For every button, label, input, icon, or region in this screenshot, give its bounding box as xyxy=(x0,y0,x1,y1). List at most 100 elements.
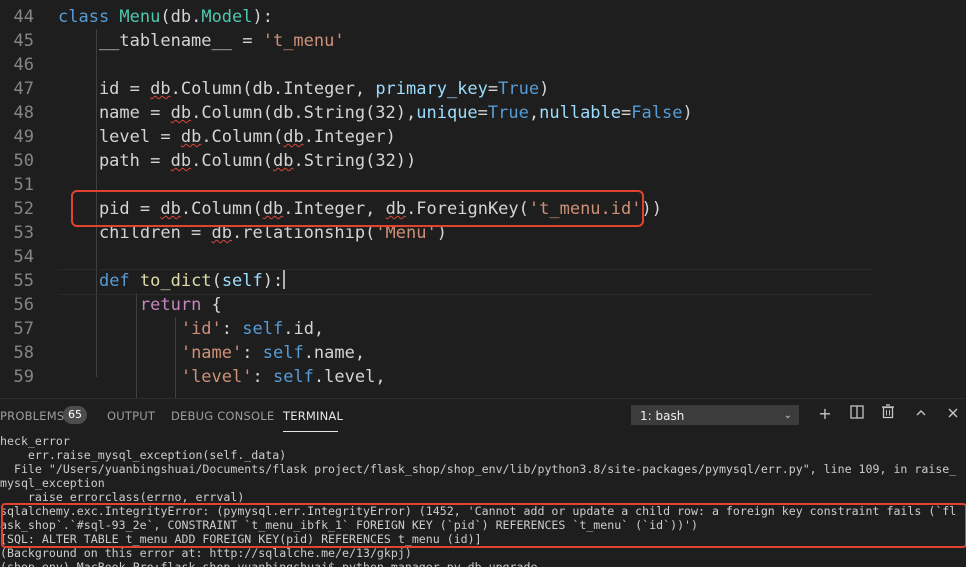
line-number: 54 xyxy=(13,247,34,267)
code-token: Model xyxy=(201,7,253,27)
highlight-box-error xyxy=(1,503,966,548)
code-line[interactable]: 57 'id': self.id, xyxy=(0,317,966,341)
code-token: ) xyxy=(539,79,550,99)
code-token: ( xyxy=(211,271,222,291)
highlight-box-foreign-key-line xyxy=(71,190,644,227)
code-line[interactable]: 47 id = db.Column(db.Integer, primary_ke… xyxy=(0,77,966,101)
code-token: ) xyxy=(682,103,693,123)
line-number: 56 xyxy=(13,295,34,315)
code-token: = xyxy=(477,103,488,123)
code-text: path = db.Column(db.String(32)) xyxy=(58,149,416,173)
code-token: 'id' xyxy=(180,319,222,339)
line-number: 57 xyxy=(13,319,34,339)
code-line[interactable]: 50 path = db.Column(db.String(32)) xyxy=(0,149,966,173)
code-token: False xyxy=(631,103,683,123)
code-token: .Column( xyxy=(201,127,284,147)
code-token: Menu xyxy=(119,7,161,27)
code-token: self xyxy=(221,271,263,291)
code-line[interactable]: 54 xyxy=(0,245,966,269)
code-token: = xyxy=(621,103,632,123)
code-line[interactable]: 44 class Menu(db.Model): xyxy=(0,5,966,29)
line-number: 53 xyxy=(13,223,34,243)
terminal-line: (shop_env) MacBook-Pro:flask_shop yuanbi… xyxy=(0,560,538,567)
tab-debug-console[interactable]: DEBUG CONSOLE xyxy=(171,409,274,423)
code-token: db xyxy=(272,151,294,171)
tab-terminal[interactable]: TERMINAL xyxy=(283,409,343,423)
code-token: self xyxy=(272,367,314,387)
code-token: (db. xyxy=(160,7,202,27)
terminal-line: mysql_exception xyxy=(0,476,105,490)
problems-count-badge: 65 xyxy=(63,406,87,424)
code-token: = xyxy=(487,79,499,99)
code-token: unique xyxy=(416,103,478,123)
chevron-down-icon: ⌄ xyxy=(783,410,792,421)
code-text: 'name': self.name, xyxy=(58,341,365,365)
code-token: 'name' xyxy=(180,343,243,363)
code-line[interactable]: 49 level = db.Column(db.Integer) xyxy=(0,125,966,149)
code-token: class xyxy=(58,7,120,27)
code-token: id = xyxy=(58,79,151,99)
line-number: 52 xyxy=(13,199,34,219)
code-token: .Column( xyxy=(191,151,273,171)
line-number: 59 xyxy=(13,367,34,387)
code-token: to_dict xyxy=(139,271,212,291)
code-line[interactable]: 56 return { xyxy=(0,293,966,317)
code-line[interactable]: 45 __tablename__ = 't_menu' xyxy=(0,29,966,53)
code-text: level = db.Column(db.Integer) xyxy=(58,125,396,149)
code-token: __tablename__ = xyxy=(58,31,263,51)
code-token: { xyxy=(211,295,222,315)
line-number: 47 xyxy=(13,79,34,99)
chevron-up-icon[interactable] xyxy=(911,404,931,424)
code-line[interactable]: 48 name = db.Column(db.String(32),unique… xyxy=(0,101,966,125)
code-text: id = db.Column(db.Integer, primary_key=T… xyxy=(58,77,549,101)
line-number: 46 xyxy=(13,55,34,75)
terminal-line: raise errorclass(errno, errval) xyxy=(0,490,245,504)
trash-icon[interactable] xyxy=(878,404,898,424)
close-icon[interactable] xyxy=(943,404,963,424)
code-line[interactable]: 46 xyxy=(0,53,966,77)
code-line[interactable]: 55 def to_dict(self): xyxy=(0,269,966,293)
code-token: db xyxy=(170,151,192,171)
code-token: self xyxy=(242,319,284,339)
code-token: True xyxy=(498,79,540,99)
code-line[interactable]: 58 'name': self.name, xyxy=(0,341,966,365)
split-icon[interactable] xyxy=(847,404,867,424)
line-number: 50 xyxy=(13,151,34,171)
code-token: 'level' xyxy=(180,367,253,387)
tab-output[interactable]: OUTPUT xyxy=(107,409,155,423)
code-token: level = xyxy=(58,127,181,147)
code-text: class Menu(db.Model): xyxy=(58,5,273,29)
code-token: db xyxy=(150,79,171,99)
tab-problems[interactable]: PROBLEMS xyxy=(0,409,64,423)
code-token: ): xyxy=(252,7,273,27)
terminal-select-dropdown[interactable]: 1: bash ⌄ xyxy=(631,405,799,425)
code-token: db xyxy=(170,103,192,123)
terminal-line: (Background on this error at: http://sql… xyxy=(0,546,412,560)
code-token: nullable xyxy=(539,103,622,123)
add-icon[interactable]: + xyxy=(815,404,835,424)
terminal-line: File "/Users/yuanbingshuai/Documents/fla… xyxy=(0,462,957,476)
line-number: 58 xyxy=(13,343,34,363)
code-token: .Column(db.Integer, xyxy=(170,79,376,99)
code-token: db xyxy=(283,127,304,147)
code-token: True xyxy=(487,103,529,123)
code-token: primary_key xyxy=(375,79,488,99)
code-token: def xyxy=(98,271,140,291)
code-text: 'id': self.id, xyxy=(58,317,324,341)
code-text: name = db.Column(db.String(32),unique=Tr… xyxy=(58,101,693,125)
code-token: .String(32)) xyxy=(293,151,417,171)
code-token: .name, xyxy=(303,343,366,363)
code-token: ): xyxy=(262,271,284,291)
code-text: return { xyxy=(58,293,222,317)
code-token: : xyxy=(252,367,273,387)
code-token: self xyxy=(262,343,304,363)
line-number: 44 xyxy=(13,7,34,27)
line-number: 45 xyxy=(13,31,34,51)
code-token: , xyxy=(528,103,540,123)
code-line[interactable]: 59 'level': self.level, xyxy=(0,365,966,389)
